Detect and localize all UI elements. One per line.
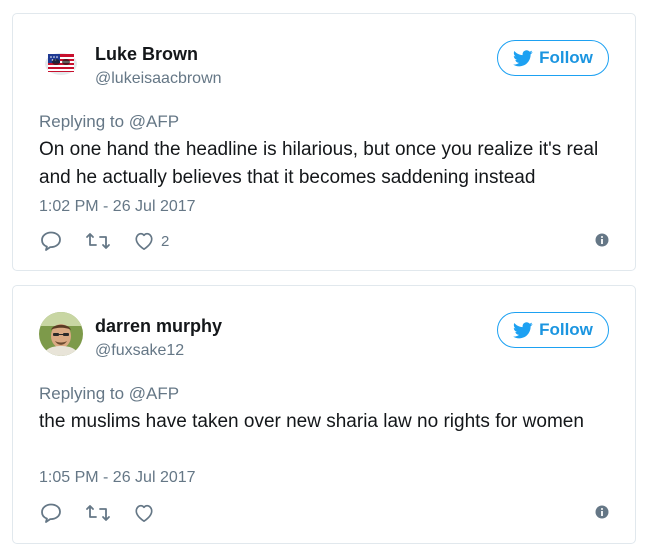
info-icon (595, 233, 609, 247)
reply-icon (41, 231, 61, 251)
info-button[interactable] (595, 233, 609, 252)
display-name[interactable]: darren murphy (95, 316, 222, 337)
avatar[interactable] (39, 312, 83, 356)
retweet-button[interactable] (85, 502, 111, 524)
retweet-button[interactable] (85, 230, 111, 252)
replying-to-link[interactable]: @AFP (129, 384, 179, 403)
twitter-bird-icon (513, 49, 533, 66)
like-button[interactable] (133, 503, 161, 523)
timestamp[interactable]: 1:05 PM - 26 Jul 2017 (39, 469, 196, 487)
replying-to: Replying to @AFP (39, 112, 179, 132)
tweet-text: the muslims have taken over new sharia l… (39, 411, 584, 432)
reply-button[interactable] (39, 230, 63, 252)
follow-button[interactable]: Follow (497, 40, 609, 76)
person-avatar-icon (39, 312, 83, 356)
follow-label: Follow (539, 48, 593, 67)
like-count: 2 (161, 232, 170, 250)
follow-button[interactable]: Follow (497, 312, 609, 348)
tweet-card: darren murphy @fuxsake12 Follow Replying… (12, 285, 636, 544)
reply-icon (41, 503, 61, 523)
replying-prefix: Replying to (39, 112, 125, 131)
user-handle[interactable]: @lukeisaacbrown (95, 70, 222, 88)
tweet-actions: 2 (39, 229, 609, 253)
heart-icon (135, 232, 153, 250)
retweet-icon (86, 233, 110, 249)
user-handle[interactable]: @fuxsake12 (95, 342, 184, 360)
info-icon (595, 505, 609, 519)
retweet-icon (86, 505, 110, 521)
heart-icon (135, 504, 153, 522)
reply-button[interactable] (39, 502, 63, 524)
follow-label: Follow (539, 320, 593, 339)
avatar[interactable] (39, 40, 83, 84)
timestamp[interactable]: 1:02 PM - 26 Jul 2017 (39, 198, 196, 216)
tweet-text: On one hand the headline is hilarious, b… (39, 139, 599, 188)
twitter-bird-icon (513, 321, 533, 338)
like-button[interactable]: 2 (133, 231, 169, 251)
tweet-actions (39, 501, 609, 525)
replying-to-link[interactable]: @AFP (129, 112, 179, 131)
flag-avatar-icon (39, 40, 83, 84)
info-button[interactable] (595, 505, 609, 524)
display-name[interactable]: Luke Brown (95, 44, 198, 65)
tweet-card: Luke Brown @lukeisaacbrown Follow Replyi… (12, 13, 636, 271)
replying-prefix: Replying to (39, 384, 125, 403)
replying-to: Replying to @AFP (39, 384, 179, 404)
